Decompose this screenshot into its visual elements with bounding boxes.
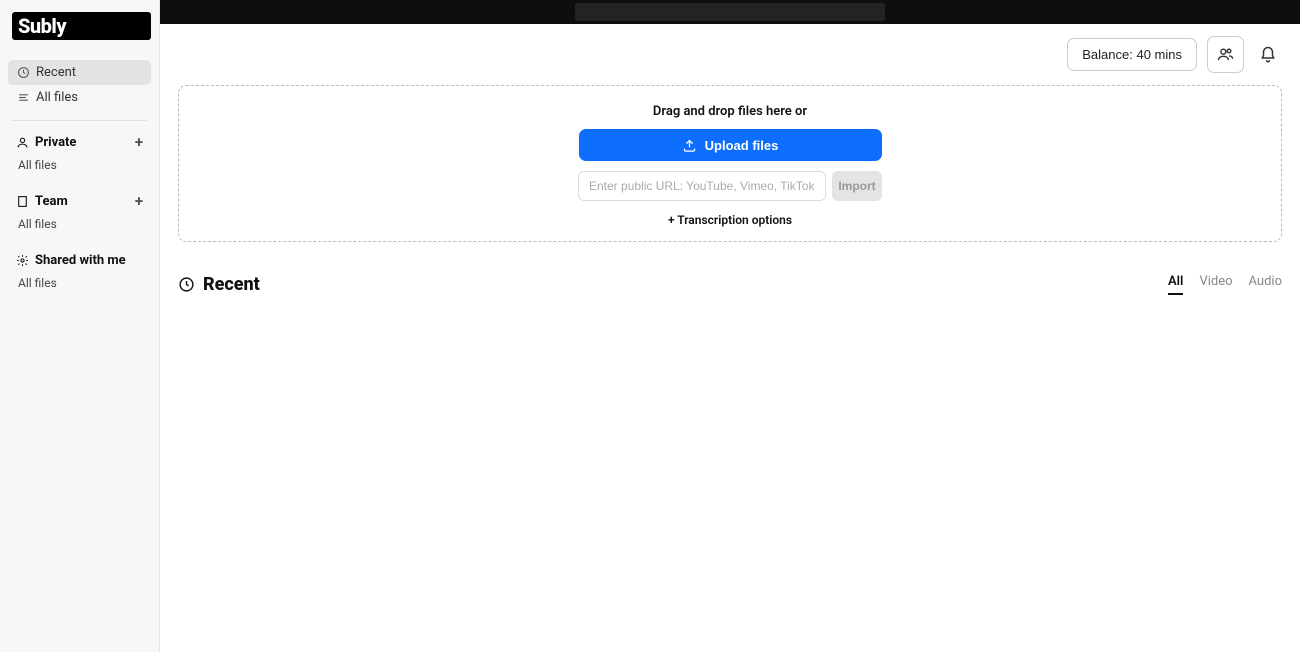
filter-all[interactable]: All	[1168, 274, 1183, 295]
url-input[interactable]	[578, 171, 826, 201]
notifications-button[interactable]	[1254, 41, 1282, 69]
shared-all-files[interactable]: All files	[8, 272, 151, 294]
building-icon	[16, 195, 29, 208]
topbar	[160, 0, 1300, 24]
nav-all-files[interactable]: All files	[8, 85, 151, 110]
nav-recent-label: Recent	[36, 65, 76, 80]
section-private[interactable]: Private +	[8, 131, 151, 154]
clock-icon	[178, 276, 195, 293]
filter-audio[interactable]: Audio	[1249, 274, 1282, 295]
user-icon	[16, 136, 29, 149]
recent-header: Recent All Video Audio	[178, 274, 1282, 295]
bell-icon	[1259, 46, 1277, 64]
invite-button[interactable]	[1207, 36, 1244, 73]
balance-button[interactable]: Balance: 40 mins	[1067, 38, 1197, 71]
upload-button[interactable]: Upload files	[579, 129, 882, 161]
section-team-label: Team	[35, 194, 68, 209]
dropzone-text: Drag and drop files here or	[653, 104, 807, 119]
filter-video[interactable]: Video	[1199, 274, 1232, 295]
logo[interactable]: Subly	[12, 12, 151, 40]
transcription-options-button[interactable]: + Transcription options	[668, 213, 792, 227]
section-team[interactable]: Team +	[8, 190, 151, 213]
upload-button-label: Upload files	[705, 138, 779, 153]
sidebar: Subly Recent All files Private	[0, 0, 160, 652]
add-private-folder[interactable]: +	[135, 135, 143, 150]
header-row: Balance: 40 mins	[160, 24, 1300, 85]
section-private-label: Private	[35, 135, 76, 150]
private-all-files[interactable]: All files	[8, 154, 151, 176]
divider	[12, 120, 147, 121]
nav-recent[interactable]: Recent	[8, 60, 151, 85]
address-bar[interactable]	[575, 3, 885, 21]
import-button[interactable]: Import	[832, 171, 882, 201]
recent-title: Recent	[178, 274, 260, 295]
add-team-folder[interactable]: +	[135, 194, 143, 209]
section-shared[interactable]: Shared with me	[8, 249, 151, 272]
dropzone[interactable]: Drag and drop files here or Upload files…	[178, 85, 1282, 242]
recent-title-label: Recent	[203, 274, 260, 295]
section-shared-label: Shared with me	[35, 253, 126, 268]
upload-icon	[682, 138, 697, 153]
nav-all-files-label: All files	[36, 90, 78, 105]
users-icon	[1217, 46, 1234, 63]
main: Balance: 40 mins Drag and drop files her…	[160, 0, 1300, 652]
gear-icon	[16, 254, 29, 267]
team-all-files[interactable]: All files	[8, 213, 151, 235]
filter-tabs: All Video Audio	[1168, 274, 1282, 295]
clock-icon	[16, 66, 30, 80]
list-icon	[16, 91, 30, 105]
